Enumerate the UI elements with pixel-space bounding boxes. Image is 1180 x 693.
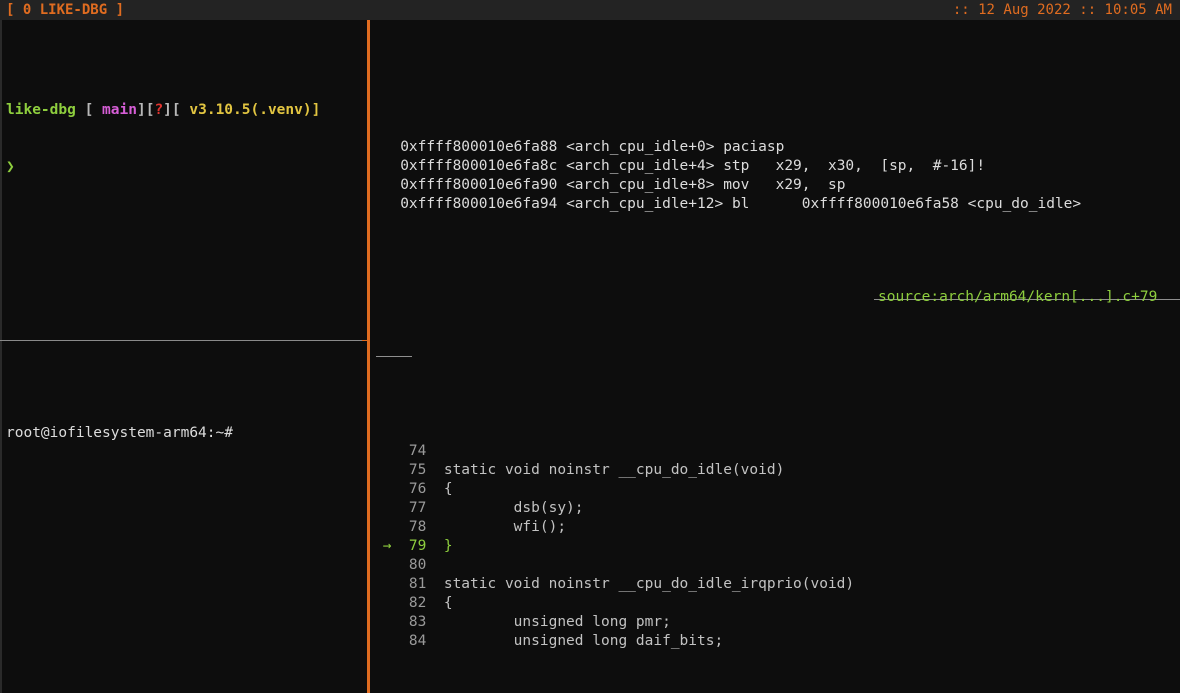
source-line-number: 82 <box>408 595 444 611</box>
source-row: 74 <box>374 442 1180 461</box>
source-listing: 74 75 static void noinstr __cpu_do_idle(… <box>374 442 1180 651</box>
pane-gdb-gef[interactable]: 0xffff800010e6fa88 <arch_cpu_idle+0> pac… <box>370 20 1180 693</box>
source-section-label: source:arch/arm64/kern[...].c+79 <box>878 289 1158 305</box>
disassembly-operands: x29, x30, [sp, #-16]! <box>758 158 986 174</box>
tmux-status-bar: [ 0 LIKE-DBG ] :: 12 Aug 2022 :: 10:05 A… <box>0 0 1180 20</box>
prompt-bracket-open: [ <box>84 102 94 118</box>
disassembly-row: 0xffff800010e6fa90 <arch_cpu_idle+8> mov… <box>374 176 1180 195</box>
prompt-bracket-close: ] <box>136 102 146 118</box>
disassembly-mnemonic: mov <box>723 177 759 193</box>
source-line-number: 78 <box>408 519 444 535</box>
source-current-marker <box>374 443 409 459</box>
source-line-text: } <box>443 538 453 554</box>
source-row: 84 unsigned long daif_bits; <box>374 632 1180 651</box>
source-current-marker <box>374 462 409 478</box>
disassembly-operands: 0xffff800010e6fa58 <cpu_do_idle> <box>766 196 1082 212</box>
disassembly-symbol: <arch_cpu_idle+4> <box>566 158 724 174</box>
source-line-number: 74 <box>408 443 444 459</box>
prompt-git-status: ? <box>154 102 164 118</box>
source-current-marker <box>374 576 409 592</box>
source-line-number: 83 <box>408 614 444 630</box>
disassembly-symbol: <arch_cpu_idle+0> <box>566 139 724 155</box>
source-current-marker: → <box>374 538 409 554</box>
source-line-text: static void noinstr __cpu_do_idle_irqpri… <box>443 576 855 592</box>
root-shell-prompt: root@iofilesystem-arm64:~# <box>6 425 233 441</box>
source-line-number: 81 <box>408 576 444 592</box>
source-line-text: unsigned long pmr; <box>443 614 671 630</box>
disassembly-listing: 0xffff800010e6fa88 <arch_cpu_idle+0> pac… <box>374 138 1180 214</box>
status-bar-datetime: :: 12 Aug 2022 :: 10:05 AM <box>952 2 1172 18</box>
disassembly-row: 0xffff800010e6fa8c <arch_cpu_idle+4> stp… <box>374 157 1180 176</box>
like-dbg-prompt-line: like-dbg [ main][?][ v3.10.5(.venv)] <box>6 101 363 120</box>
disassembly-row: 0xffff800010e6fa94 <arch_cpu_idle+12> bl… <box>374 195 1180 214</box>
source-line-number: 84 <box>408 633 444 649</box>
pane-like-dbg-shell[interactable]: like-dbg [ main][?][ v3.10.5(.venv)] ❯ <box>0 20 367 340</box>
source-row: 76 { <box>374 480 1180 499</box>
source-row: 83 unsigned long pmr; <box>374 613 1180 632</box>
disassembly-symbol: <arch_cpu_idle+8> <box>566 177 724 193</box>
source-current-marker <box>374 614 409 630</box>
source-row: 75 static void noinstr __cpu_do_idle(voi… <box>374 461 1180 480</box>
source-line-text: dsb(sy); <box>443 500 584 516</box>
disassembly-operands: x29, sp <box>758 177 846 193</box>
disassembly-address: 0xffff800010e6fa94 <box>374 196 567 212</box>
source-current-marker <box>374 500 409 516</box>
source-line-text: static void noinstr __cpu_do_idle(void) <box>443 462 785 478</box>
source-current-marker <box>374 481 409 497</box>
source-section-separator: source:arch/arm64/kern[...].c+79 <box>374 289 1180 309</box>
source-row: 77 dsb(sy); <box>374 499 1180 518</box>
disassembly-mnemonic: bl <box>731 196 767 212</box>
prompt-git-branch: main <box>102 102 137 118</box>
disassembly-symbol: <arch_cpu_idle+12> <box>566 196 732 212</box>
source-row: 78 wfi(); <box>374 518 1180 537</box>
disassembly-mnemonic: paciasp <box>723 139 785 155</box>
source-line-text: { <box>443 595 453 611</box>
source-line-number: 79 <box>408 538 444 554</box>
prompt-venv-bracket-close: ] <box>311 102 321 118</box>
source-current-marker <box>374 595 409 611</box>
disassembly-address: 0xffff800010e6fa90 <box>374 177 567 193</box>
source-current-marker <box>374 557 409 573</box>
source-current-marker <box>374 633 409 649</box>
prompt-status-bracket-close: ] <box>163 102 172 118</box>
source-row: → 79 } <box>374 537 1180 556</box>
status-bar-session-label: [ 0 LIKE-DBG ] <box>6 2 125 18</box>
source-section-separator-stub <box>374 347 1180 366</box>
source-line-number: 77 <box>408 500 444 516</box>
source-line-number: 80 <box>408 557 444 573</box>
source-line-text: { <box>443 481 453 497</box>
prompt-project: like-dbg <box>6 102 76 118</box>
disassembly-mnemonic: stp <box>723 158 759 174</box>
like-dbg-prompt-caret-line[interactable]: ❯ <box>6 158 363 177</box>
source-line-text: unsigned long daif_bits; <box>443 633 724 649</box>
source-row: 80 <box>374 556 1180 575</box>
disassembly-row: 0xffff800010e6fa88 <arch_cpu_idle+0> pac… <box>374 138 1180 157</box>
prompt-venv-bracket-open: [ <box>171 102 181 118</box>
source-line-text: wfi(); <box>443 519 567 535</box>
source-line-number: 75 <box>408 462 444 478</box>
source-row: 81 static void noinstr __cpu_do_idle_irq… <box>374 575 1180 594</box>
source-line-number: 76 <box>408 481 444 497</box>
source-row: 82 { <box>374 594 1180 613</box>
prompt-venv-version: v3.10.5(.venv) <box>189 102 312 118</box>
source-current-marker <box>374 519 409 535</box>
pane-root-shell[interactable]: root@iofilesystem-arm64:~# <box>0 341 367 693</box>
prompt-caret: ❯ <box>6 159 15 175</box>
terminal-pane-container: like-dbg [ main][?][ v3.10.5(.venv)] ❯ r… <box>0 20 1180 693</box>
disassembly-address: 0xffff800010e6fa88 <box>374 139 567 155</box>
disassembly-address: 0xffff800010e6fa8c <box>374 158 567 174</box>
